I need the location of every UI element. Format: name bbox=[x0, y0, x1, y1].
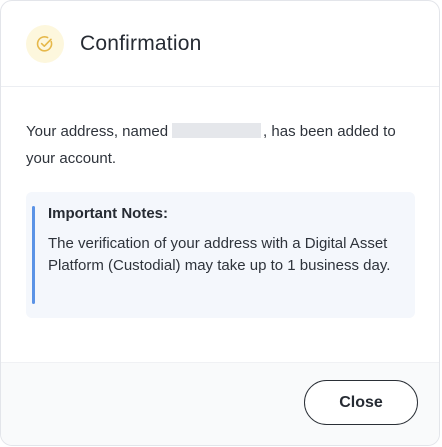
notes-text: The verification of your address with a … bbox=[48, 235, 391, 274]
confirmation-message: Your address, named, has been added to y… bbox=[26, 118, 421, 172]
important-notes-box: Important Notes: The verification of you… bbox=[26, 192, 415, 318]
check-circle-icon bbox=[26, 24, 64, 63]
dialog-body: Your address, named, has been added to y… bbox=[1, 87, 439, 318]
notes-title: Important Notes: bbox=[48, 205, 168, 222]
dialog-title: Confirmation bbox=[80, 31, 202, 55]
notes-accent-bar bbox=[32, 206, 35, 304]
dialog-footer: Close bbox=[1, 362, 439, 445]
redacted-address-name bbox=[172, 123, 262, 138]
confirmation-dialog: Confirmation Your address, named, has be… bbox=[0, 0, 440, 446]
message-prefix: Your address, named bbox=[26, 123, 169, 140]
close-button[interactable]: Close bbox=[304, 380, 418, 425]
dialog-header: Confirmation bbox=[1, 1, 439, 87]
